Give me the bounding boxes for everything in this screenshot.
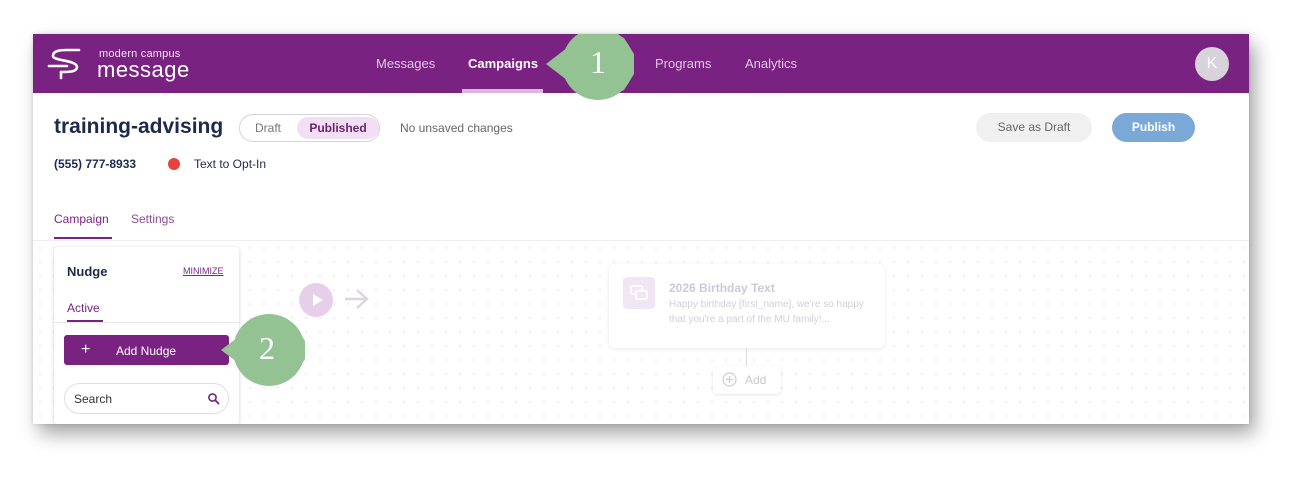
add-nudge-button[interactable]: + Add Nudge [64,335,229,365]
tab-campaign[interactable]: Campaign [54,212,109,226]
optin-status-label: Text to Opt-In [194,157,267,171]
add-nudge-label: Add Nudge [116,344,177,358]
nudge-panel: Nudge MINIMIZE Active + Add Nudge [54,247,239,424]
save-as-draft-button[interactable]: Save as Draft [976,113,1092,142]
start-node[interactable] [299,283,333,317]
minimize-link[interactable]: MINIMIZE [183,266,224,276]
top-nav-bar: modern campus message Messages Campaigns… [33,34,1249,93]
nudge-search[interactable] [64,383,229,414]
status-draft-option[interactable]: Draft [255,121,281,135]
callout-2: 2 [219,313,309,387]
tab-settings[interactable]: Settings [131,212,174,226]
callout-1: 1 [544,34,640,102]
message-icon [623,277,655,309]
flow-arrow-icon [345,289,369,309]
message-node-card[interactable]: 2026 Birthday Text Happy birthday [first… [609,264,885,348]
nudge-search-input[interactable] [74,390,194,408]
nav-active-indicator [462,89,543,93]
save-status-text: No unsaved changes [400,121,513,135]
callout-1-number: 1 [590,44,606,80]
add-step-label: Add [745,373,767,387]
nav-item-campaigns[interactable]: Campaigns [468,56,538,71]
logo-big-text: message [97,57,190,82]
plus-circle-icon [722,372,737,387]
nav-item-programs[interactable]: Programs [655,56,711,71]
status-published-option[interactable]: Published [297,117,379,139]
nav-item-messages[interactable]: Messages [376,56,435,71]
nudge-divider [54,322,239,323]
message-node-preview: Happy birthday [first_name], we're so ha… [669,299,864,325]
flow-connector [746,348,747,366]
tab-active-indicator [54,237,112,239]
plus-icon: + [81,341,91,358]
app-window: modern campus message Messages Campaigns… [33,34,1249,424]
play-icon [313,294,323,306]
app-logo[interactable]: modern campus message [47,48,207,82]
search-icon[interactable] [207,392,221,406]
nudge-tab-active[interactable]: Active [67,301,100,315]
logo-mark-icon [47,48,81,80]
add-step-button[interactable]: Add [713,366,781,394]
callout-2-number: 2 [259,330,275,366]
message-node-title: 2026 Birthday Text [669,281,775,295]
user-avatar[interactable]: K [1195,47,1229,81]
status-toggle[interactable]: Draft Published [239,114,380,142]
optin-status-dot [168,158,180,170]
page-title: training-advising [54,115,224,138]
nav-item-analytics[interactable]: Analytics [745,56,797,71]
publish-button[interactable]: Publish [1112,113,1195,142]
nudge-panel-title: Nudge [67,264,108,279]
campaign-phone-number: (555) 777-8933 [54,157,137,171]
